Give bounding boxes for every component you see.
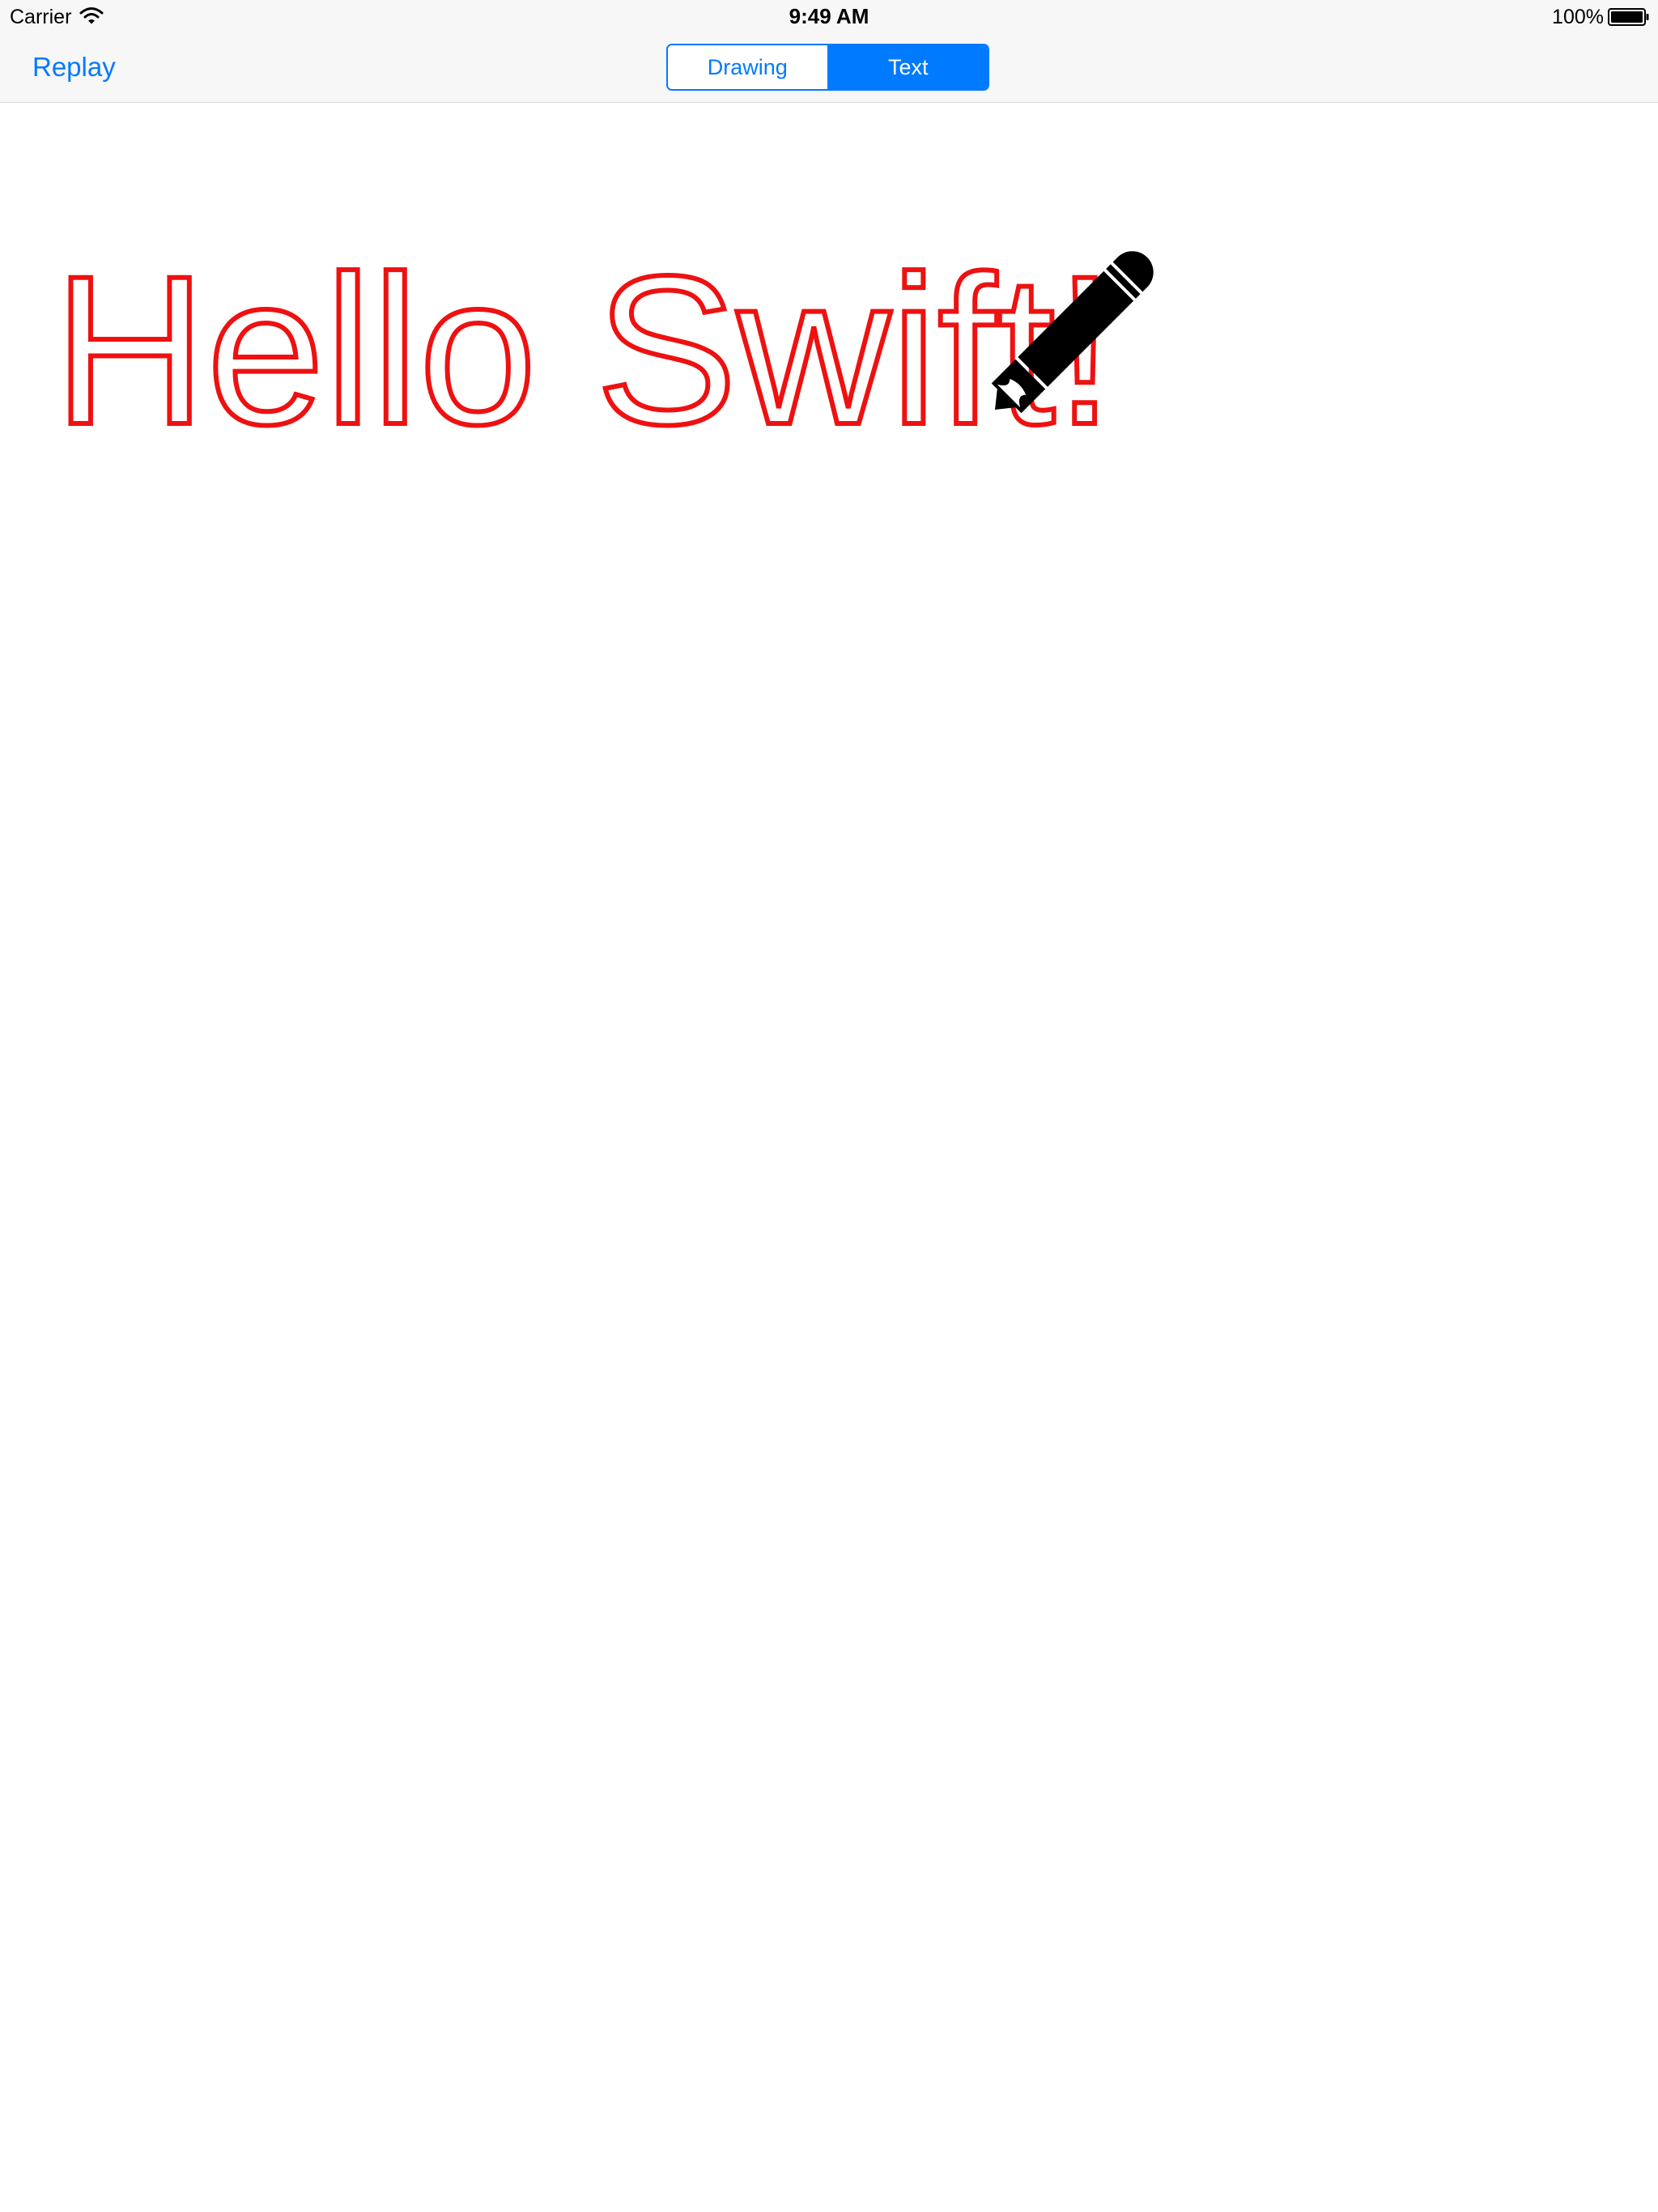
battery-icon <box>1608 8 1649 26</box>
battery-percent: 100% <box>1552 6 1604 28</box>
drawing-canvas[interactable]: Hello Swift! <box>0 103 1658 2212</box>
replay-button[interactable]: Replay <box>32 50 116 84</box>
navigation-bar: Replay Drawing Text <box>0 32 1658 103</box>
status-time: 9:49 AM <box>789 4 869 28</box>
drawing-layer: Hello Swift! <box>51 229 1154 471</box>
mode-segmented-control: Drawing Text <box>666 44 989 91</box>
outlined-hello-text: Hello Swift! <box>53 232 1114 469</box>
segment-text[interactable]: Text <box>828 45 988 89</box>
segment-drawing[interactable]: Drawing <box>668 45 829 89</box>
status-bar: Carrier 9:49 AM 100% <box>0 0 1658 32</box>
